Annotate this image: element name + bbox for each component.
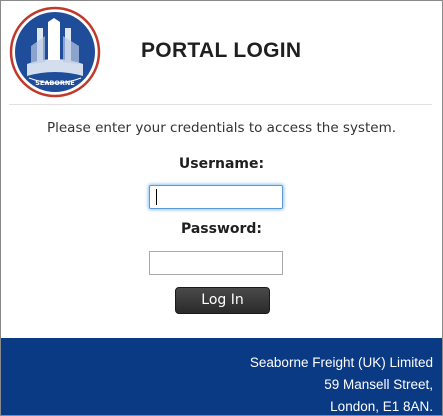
instructions-text: Please enter your credentials to access … [46, 120, 397, 136]
username-input[interactable] [149, 185, 283, 209]
page-title: PORTAL LOGIN [141, 39, 302, 62]
header-divider [9, 104, 432, 105]
footer-city: London, E1 8AN. [330, 399, 433, 414]
ship-logo-icon: SEABORNE [9, 6, 101, 98]
logo-text: SEABORNE [35, 79, 75, 87]
login-button[interactable]: Log In [175, 287, 270, 314]
login-window: SEABORNE PORTAL LOGIN Please enter your … [0, 0, 443, 416]
password-input[interactable] [149, 251, 283, 275]
footer-street: 59 Mansell Street, [324, 377, 433, 392]
password-label: Password: [180, 221, 263, 237]
footer-bar: Seaborne Freight (UK) Limited 59 Mansell… [1, 338, 442, 415]
username-label: Username: [178, 156, 265, 172]
text-caret [156, 189, 157, 205]
footer-company: Seaborne Freight (UK) Limited [249, 355, 433, 370]
seaborne-logo: SEABORNE [7, 6, 103, 98]
